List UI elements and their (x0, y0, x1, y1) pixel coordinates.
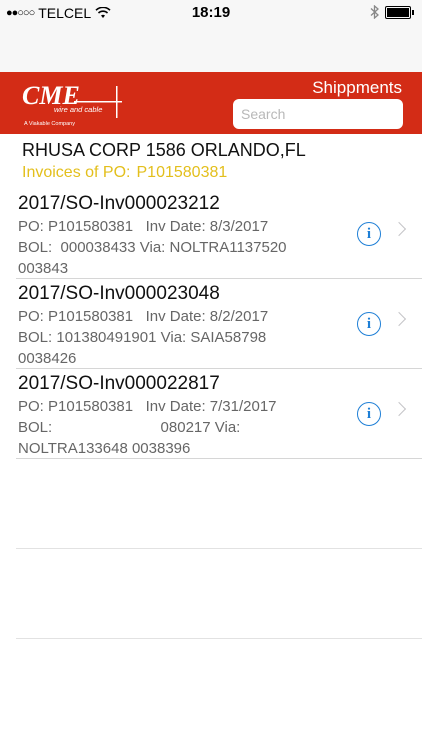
empty-list-row (16, 459, 422, 549)
customer-name: RHUSA CORP 1586 ORLANDO,FL (22, 140, 306, 160)
chevron-right-icon (391, 221, 407, 237)
chevron-right-icon (391, 401, 407, 417)
invoice-title: 2017/SO-Inv000022817 (18, 373, 220, 394)
invoice-tracking: NOLTRA133648 0038396 (18, 440, 191, 457)
invoices-label: Invoices of PO: (22, 164, 131, 181)
invoice-po-date: PO: P101580381 Inv Date: 8/3/2017 (18, 218, 269, 235)
app-header: CME wire and cable A Viakable Company Sh… (0, 72, 422, 134)
bluetooth-icon (370, 5, 379, 19)
invoice-bol-via: BOL: 080217 Via: (18, 419, 241, 436)
invoice-row[interactable]: 2017/SO-Inv000023048 PO: P101580381 Inv … (16, 279, 422, 369)
invoice-tracking: 0038426 (18, 350, 77, 367)
logo-tagline: A Viakable Company (24, 121, 75, 127)
info-icon[interactable]: i (357, 222, 381, 246)
invoice-po-date: PO: P101580381 Inv Date: 8/2/2017 (18, 308, 269, 325)
invoice-tracking: 003843 (18, 260, 69, 277)
empty-list-row (16, 549, 422, 639)
po-number: P101580381 (136, 164, 228, 181)
info-icon[interactable]: i (357, 312, 381, 336)
search-input[interactable] (233, 99, 403, 129)
status-time: 18:19 (191, 4, 231, 21)
chevron-right-icon (391, 311, 407, 327)
invoices-of-po: Invoices of PO: P101580381 (22, 164, 227, 182)
cme-logo: CME wire and cable A Viakable Company (22, 81, 122, 127)
invoice-row[interactable]: 2017/SO-Inv000023212 PO: P101580381 Inv … (16, 189, 422, 279)
invoice-bol-via: BOL: 000038433 Via: NOLTRA1137520 (18, 239, 287, 256)
invoice-po-date: PO: P101580381 Inv Date: 7/31/2017 (18, 398, 277, 415)
shipments-link[interactable]: Shippments (312, 78, 402, 98)
battery-icon (385, 5, 411, 19)
invoice-row[interactable]: 2017/SO-Inv000022817 PO: P101580381 Inv … (16, 369, 422, 459)
status-right (370, 5, 414, 19)
status-bar: ●●○○○ TELCEL 18:19 (0, 0, 422, 26)
info-icon[interactable]: i (357, 402, 381, 426)
invoice-bol-via: BOL: 101380491901 Via: SAIA58798 (18, 329, 267, 346)
logo-sub: wire and cable (54, 105, 102, 114)
battery-tip (412, 9, 414, 15)
navigation-bar (0, 26, 422, 72)
invoice-title: 2017/SO-Inv000023212 (18, 193, 220, 214)
invoice-list: 2017/SO-Inv000023212 PO: P101580381 Inv … (0, 189, 422, 639)
invoice-title: 2017/SO-Inv000023048 (18, 283, 220, 304)
